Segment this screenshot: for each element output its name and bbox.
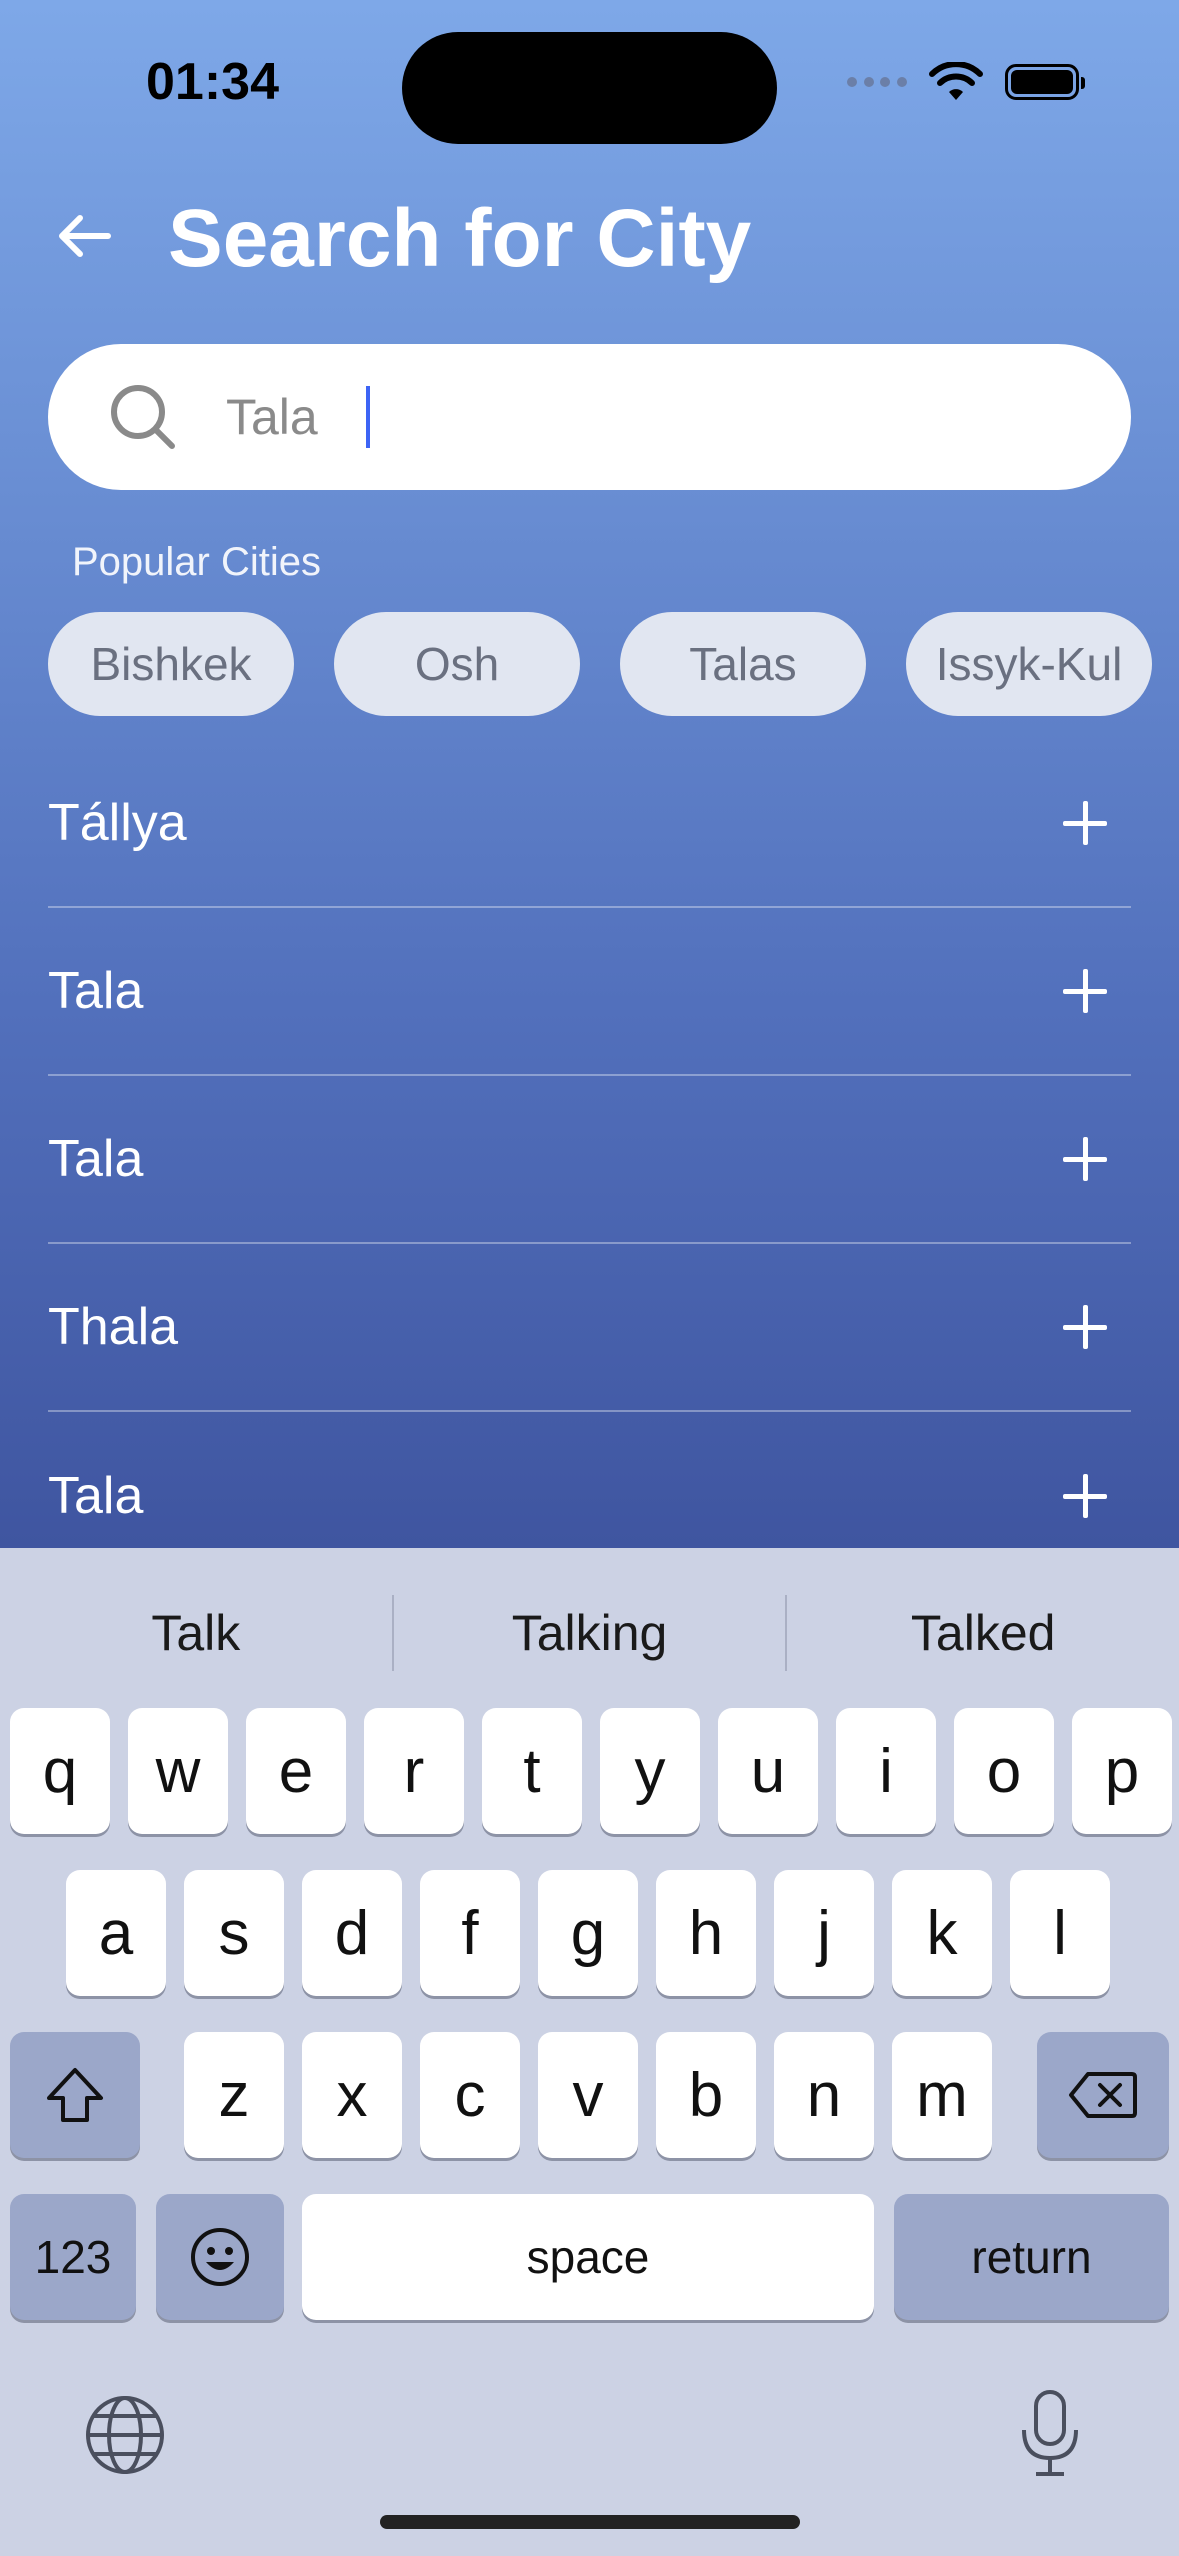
microphone-icon[interactable] bbox=[1016, 2388, 1084, 2478]
plus-icon[interactable] bbox=[1057, 963, 1113, 1019]
plus-icon[interactable] bbox=[1057, 1468, 1113, 1524]
city-chip-talas[interactable]: Talas bbox=[620, 612, 866, 716]
page-title: Search for City bbox=[168, 193, 752, 284]
key-t[interactable]: t bbox=[482, 1708, 582, 1834]
key-o[interactable]: o bbox=[954, 1708, 1054, 1834]
popular-cities-label: Popular Cities bbox=[72, 540, 322, 584]
result-row[interactable]: Tala bbox=[48, 908, 1131, 1076]
result-city-name: Tala bbox=[48, 1467, 144, 1525]
key-k[interactable]: k bbox=[892, 1870, 992, 1996]
city-chip-osh[interactable]: Osh bbox=[334, 612, 580, 716]
key-d[interactable]: d bbox=[302, 1870, 402, 1996]
delete-icon bbox=[1069, 2072, 1137, 2118]
predictive-bar: Talk Talking Talked bbox=[0, 1588, 1179, 1678]
home-indicator bbox=[380, 2515, 800, 2529]
result-city-name: Thala bbox=[48, 1298, 179, 1356]
search-bar[interactable] bbox=[48, 344, 1131, 490]
key-j[interactable]: j bbox=[774, 1870, 874, 1996]
emoji-icon bbox=[191, 2228, 249, 2286]
result-row[interactable]: Tállya bbox=[48, 740, 1131, 908]
plus-icon[interactable] bbox=[1057, 795, 1113, 851]
key-r[interactable]: r bbox=[364, 1708, 464, 1834]
app-screen: 01:34 Search for City Popular Cities Bis… bbox=[0, 0, 1179, 1548]
key-y[interactable]: y bbox=[600, 1708, 700, 1834]
text-caret bbox=[366, 386, 370, 448]
key-u[interactable]: u bbox=[718, 1708, 818, 1834]
search-icon bbox=[108, 382, 178, 452]
key-z[interactable]: z bbox=[184, 2032, 284, 2158]
suggestion-3[interactable]: Talked bbox=[787, 1588, 1179, 1678]
signal-icon bbox=[847, 76, 907, 88]
city-chip-issyk-kul[interactable]: Issyk-Kul bbox=[906, 612, 1152, 716]
result-row[interactable]: Tala bbox=[48, 1076, 1131, 1244]
key-p[interactable]: p bbox=[1072, 1708, 1172, 1834]
result-city-name: Tala bbox=[48, 962, 144, 1020]
status-time: 01:34 bbox=[146, 53, 279, 111]
return-key[interactable]: return bbox=[894, 2194, 1169, 2320]
search-input[interactable] bbox=[226, 388, 1086, 446]
key-e[interactable]: e bbox=[246, 1708, 346, 1834]
key-c[interactable]: c bbox=[420, 2032, 520, 2158]
suggestion-2[interactable]: Talking bbox=[394, 1588, 786, 1678]
wifi-icon bbox=[929, 62, 983, 100]
suggestion-1[interactable]: Talk bbox=[0, 1588, 392, 1678]
key-g[interactable]: g bbox=[538, 1870, 638, 1996]
numbers-key[interactable]: 123 bbox=[10, 2194, 136, 2320]
result-city-name: Tala bbox=[48, 1130, 144, 1188]
key-f[interactable]: f bbox=[420, 1870, 520, 1996]
key-i[interactable]: i bbox=[836, 1708, 936, 1834]
back-button[interactable] bbox=[48, 200, 120, 272]
key-n[interactable]: n bbox=[774, 2032, 874, 2158]
globe-icon[interactable] bbox=[84, 2394, 166, 2476]
shift-icon bbox=[47, 2068, 103, 2122]
battery-icon bbox=[1005, 64, 1085, 100]
keyboard: Talk Talking Talked qwertyuiop asdfghjkl z… bbox=[0, 1548, 1179, 2556]
key-v[interactable]: v bbox=[538, 2032, 638, 2158]
key-w[interactable]: w bbox=[128, 1708, 228, 1834]
city-chip-bishkek[interactable]: Bishkek bbox=[48, 612, 294, 716]
shift-key[interactable] bbox=[10, 2032, 140, 2158]
key-s[interactable]: s bbox=[184, 1870, 284, 1996]
key-x[interactable]: x bbox=[302, 2032, 402, 2158]
key-l[interactable]: l bbox=[1010, 1870, 1110, 1996]
key-h[interactable]: h bbox=[656, 1870, 756, 1996]
result-city-name: Tállya bbox=[48, 794, 187, 852]
result-row[interactable]: Thala bbox=[48, 1244, 1131, 1412]
plus-icon[interactable] bbox=[1057, 1299, 1113, 1355]
popular-cities-chips: Bishkek Osh Talas Issyk-Kul bbox=[48, 612, 1152, 716]
key-m[interactable]: m bbox=[892, 2032, 992, 2158]
result-row[interactable]: Tala bbox=[48, 1412, 1131, 1548]
key-a[interactable]: a bbox=[66, 1870, 166, 1996]
backspace-key[interactable] bbox=[1037, 2032, 1169, 2158]
dynamic-island bbox=[402, 32, 777, 144]
arrow-left-icon bbox=[59, 215, 111, 257]
key-b[interactable]: b bbox=[656, 2032, 756, 2158]
plus-icon[interactable] bbox=[1057, 1131, 1113, 1187]
key-q[interactable]: q bbox=[10, 1708, 110, 1834]
search-results-list: Tállya Tala Tala Thala Tala bbox=[48, 740, 1131, 1548]
space-key[interactable]: space bbox=[302, 2194, 874, 2320]
emoji-key[interactable] bbox=[156, 2194, 284, 2320]
status-indicators bbox=[847, 62, 1085, 102]
